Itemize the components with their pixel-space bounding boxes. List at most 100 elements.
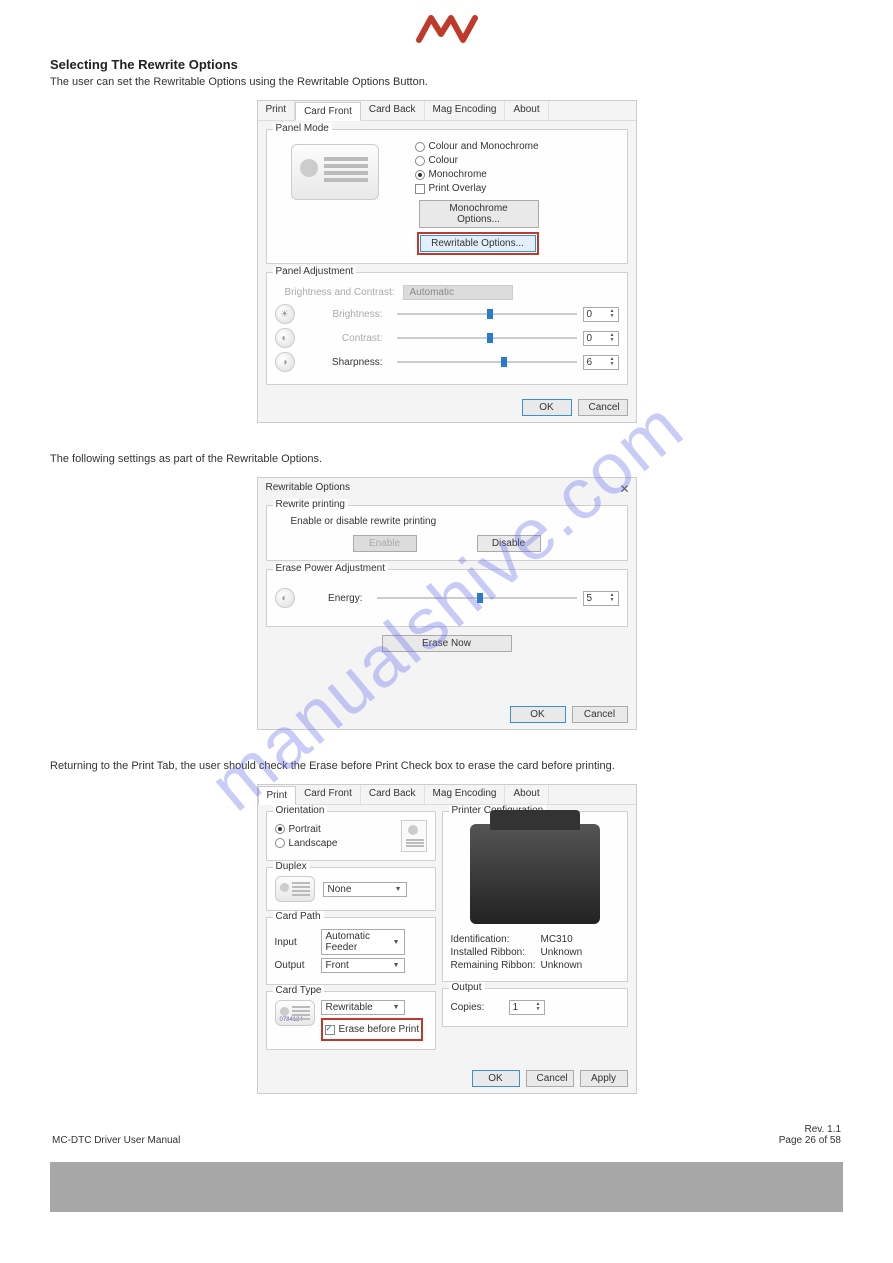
- orientation-group: Orientation Portrait Landscape: [266, 811, 436, 861]
- erase-power-group: Erase Power Adjustment ◐ Energy: 5▲▼: [266, 569, 628, 627]
- erase-now-button[interactable]: Erase Now: [382, 635, 512, 652]
- rewrite-printing-legend: Rewrite printing: [273, 499, 348, 510]
- printer-config-group: Printer Configuration Identification:MC3…: [442, 811, 628, 982]
- dlg2-cancel-button[interactable]: Cancel: [572, 706, 628, 723]
- brightness-icon: ☀: [275, 304, 295, 324]
- input-select[interactable]: Automatic Feeder▼: [321, 929, 405, 955]
- dlg3-ok-button[interactable]: OK: [472, 1070, 520, 1087]
- brightness-slider[interactable]: [397, 313, 577, 315]
- card-preview-thumb: [291, 144, 379, 200]
- tab-card-back[interactable]: Card Back: [361, 101, 425, 120]
- brightness-contrast-dropdown[interactable]: Automatic: [403, 285, 513, 300]
- rewritable-options-dialog: ✕ Rewritable Options Rewrite printing En…: [257, 477, 637, 730]
- radio-landscape[interactable]: [275, 838, 285, 848]
- duplex-group: Duplex None▼: [266, 867, 436, 911]
- card-front-dialog: Print Card Front Card Back Mag Encoding …: [257, 100, 637, 423]
- brightness-label: Brightness:: [303, 309, 383, 320]
- tab3-card-front[interactable]: Card Front: [296, 785, 361, 804]
- card-type-group: Card Type 0784124 Rewritable▼ Erase befo…: [266, 991, 436, 1050]
- print-tab-dialog: Print Card Front Card Back Mag Encoding …: [257, 784, 637, 1094]
- contrast-label: Contrast:: [303, 333, 383, 344]
- brightness-contrast-label: Brightness and Contrast:: [275, 287, 395, 298]
- rewrite-instruction: Enable or disable rewrite printing: [291, 516, 619, 527]
- sharpness-slider[interactable]: [397, 361, 577, 363]
- card-path-group: Card Path Input Automatic Feeder▼ Output…: [266, 917, 436, 985]
- close-icon[interactable]: ✕: [619, 482, 629, 496]
- dlg2-ok-button[interactable]: OK: [510, 706, 566, 723]
- brand-logo: [50, 12, 843, 47]
- tab-mag-encoding[interactable]: Mag Encoding: [425, 101, 506, 120]
- card-path-legend: Card Path: [273, 911, 324, 922]
- dlg3-apply-button[interactable]: Apply: [580, 1070, 628, 1087]
- input-label: Input: [275, 937, 315, 948]
- footer-band: [50, 1162, 843, 1212]
- contrast-icon: ◐: [275, 328, 295, 348]
- disable-button[interactable]: Disable: [477, 535, 541, 552]
- copies-value[interactable]: 1▲▼: [509, 1000, 545, 1015]
- installed-ribbon-value: Unknown: [541, 947, 583, 958]
- energy-value[interactable]: 5▲▼: [583, 591, 619, 606]
- enable-button[interactable]: Enable: [353, 535, 417, 552]
- radio-colour[interactable]: [415, 156, 425, 166]
- duplex-select[interactable]: None▼: [323, 882, 407, 897]
- tab3-print[interactable]: Print: [258, 786, 297, 805]
- check-erase-before-print[interactable]: [325, 1025, 335, 1035]
- section-1-desc: The user can set the Rewritable Options …: [50, 76, 843, 88]
- label-monochrome: Monochrome: [429, 169, 487, 180]
- copies-label: Copies:: [451, 1002, 501, 1013]
- energy-slider[interactable]: [377, 597, 577, 599]
- panel-mode-legend: Panel Mode: [273, 123, 332, 134]
- contrast-value[interactable]: 0▲▼: [583, 331, 619, 346]
- dlg3-cancel-button[interactable]: Cancel: [526, 1070, 574, 1087]
- identification-label: Identification:: [451, 934, 541, 945]
- dialog3-tabstrip: Print Card Front Card Back Mag Encoding …: [258, 785, 636, 805]
- installed-ribbon-label: Installed Ribbon:: [451, 947, 541, 958]
- card-type-select[interactable]: Rewritable▼: [321, 1000, 405, 1015]
- duplex-legend: Duplex: [273, 861, 310, 872]
- rewrite-printing-group: Rewrite printing Enable or disable rewri…: [266, 505, 628, 561]
- footer-page-number: Page 26 of 58: [779, 1135, 841, 1146]
- brightness-value[interactable]: 0▲▼: [583, 307, 619, 322]
- dialog1-tabstrip: Print Card Front Card Back Mag Encoding …: [258, 101, 636, 121]
- dlg1-cancel-button[interactable]: Cancel: [578, 399, 628, 416]
- remaining-ribbon-label: Remaining Ribbon:: [451, 960, 541, 971]
- orientation-legend: Orientation: [273, 805, 328, 816]
- sharpness-label: Sharpness:: [303, 357, 383, 368]
- check-print-overlay[interactable]: [415, 184, 425, 194]
- label-erase-before-print: Erase before Print: [339, 1024, 420, 1035]
- tab3-card-back[interactable]: Card Back: [361, 785, 425, 804]
- section-2-desc: The following settings as part of the Re…: [50, 453, 843, 465]
- card-type-legend: Card Type: [273, 985, 325, 996]
- radio-portrait[interactable]: [275, 824, 285, 834]
- tab-card-front[interactable]: Card Front: [295, 102, 361, 121]
- tab-print[interactable]: Print: [258, 101, 296, 120]
- card-type-thumb: 0784124: [275, 1000, 315, 1026]
- tab3-about[interactable]: About: [505, 785, 548, 804]
- rewritable-options-highlight: Rewritable Options...: [417, 232, 539, 255]
- rewritable-dialog-title: Rewritable Options: [258, 478, 636, 497]
- tab3-mag-encoding[interactable]: Mag Encoding: [425, 785, 506, 804]
- radio-colour-mono[interactable]: [415, 142, 425, 152]
- remaining-ribbon-value: Unknown: [541, 960, 583, 971]
- output-label: Output: [275, 960, 315, 971]
- tab-about[interactable]: About: [505, 101, 548, 120]
- output-legend: Output: [449, 982, 485, 993]
- contrast-slider[interactable]: [397, 337, 577, 339]
- panel-mode-group: Panel Mode Colour and Monochrome Colour …: [266, 129, 628, 264]
- erase-before-print-highlight: Erase before Print: [321, 1018, 424, 1041]
- sharpness-icon: ◑: [275, 352, 295, 372]
- panel-adjustment-legend: Panel Adjustment: [273, 266, 357, 277]
- section-3-desc: Returning to the Print Tab, the user sho…: [50, 760, 843, 772]
- duplex-thumb: [275, 876, 315, 902]
- monochrome-options-button[interactable]: Monochrome Options...: [419, 200, 539, 228]
- energy-label: Energy:: [303, 593, 363, 604]
- output-group: Output Copies: 1▲▼: [442, 988, 628, 1027]
- radio-monochrome[interactable]: [415, 170, 425, 180]
- sharpness-value[interactable]: 6▲▼: [583, 355, 619, 370]
- dlg1-ok-button[interactable]: OK: [522, 399, 572, 416]
- label-colour: Colour: [429, 155, 458, 166]
- output-select[interactable]: Front▼: [321, 958, 405, 973]
- label-colour-mono: Colour and Monochrome: [429, 141, 539, 152]
- label-landscape: Landscape: [289, 838, 338, 849]
- rewritable-options-button[interactable]: Rewritable Options...: [420, 235, 536, 252]
